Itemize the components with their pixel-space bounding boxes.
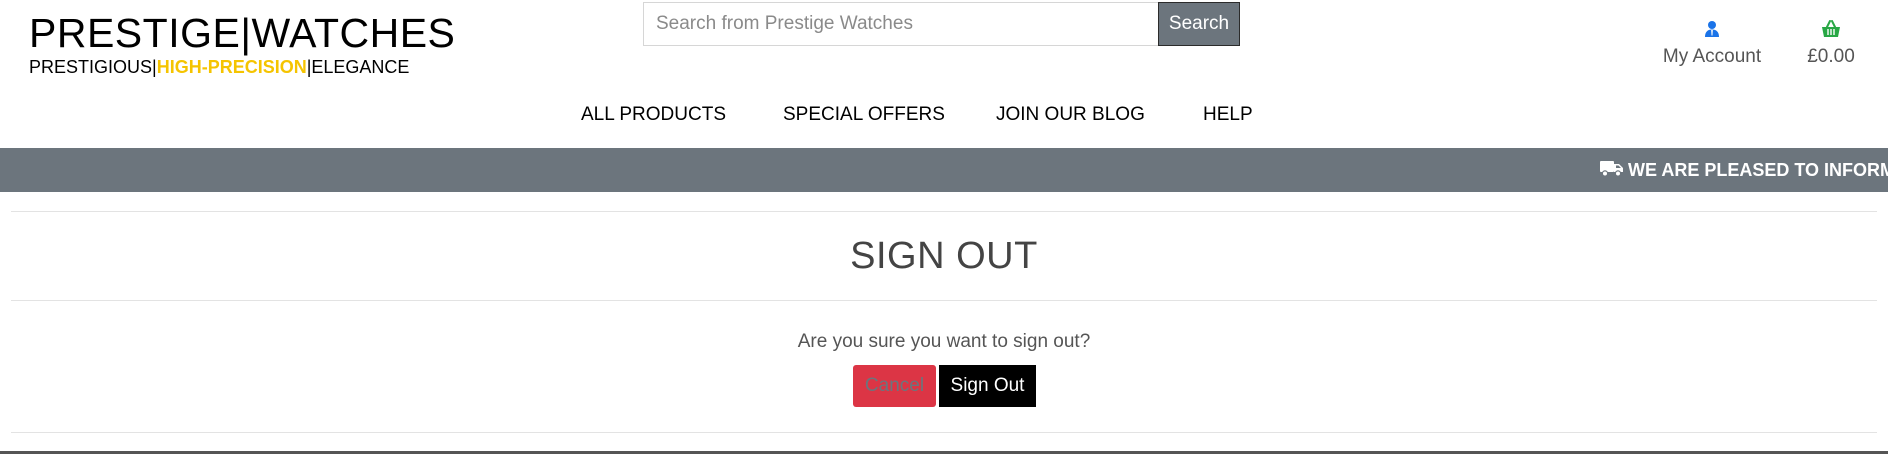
confirm-message: Are you sure you want to sign out? <box>797 331 1091 352</box>
page-title: SIGN OUT <box>11 212 1877 301</box>
brand-title[interactable]: PRESTIGE|WATCHES <box>29 10 455 56</box>
announcement-banner: WE ARE PLEASED TO INFORM <box>0 148 1888 192</box>
banner-text: WE ARE PLEASED TO INFORM <box>1628 159 1888 180</box>
main-nav: ALL PRODUCTS SPECIAL OFFERS JOIN OUR BLO… <box>0 104 1888 130</box>
tagline-part-3: |ELEGANCE <box>306 57 410 77</box>
nav-item-join-our-blog[interactable]: JOIN OUR BLOG <box>996 104 1145 126</box>
my-account-link[interactable]: My Account <box>1655 18 1769 68</box>
nav-item-special-offers[interactable]: SPECIAL OFFERS <box>783 104 945 126</box>
basket-total: £0.00 <box>1807 46 1855 67</box>
banner-message: WE ARE PLEASED TO INFORM <box>1600 148 1888 192</box>
search-input[interactable] <box>643 2 1158 46</box>
basket-link[interactable]: £0.00 <box>1800 18 1862 68</box>
basket-icon <box>1800 18 1862 40</box>
cancel-button[interactable]: Cancel <box>853 365 936 407</box>
my-account-label: My Account <box>1662 46 1762 67</box>
sign-out-button[interactable]: Sign Out <box>939 365 1036 407</box>
user-icon <box>1655 18 1769 40</box>
tagline-part-1: PRESTIGIOUS| <box>29 57 157 77</box>
brand-tagline: PRESTIGIOUS|HIGH-PRECISION|ELEGANCE <box>29 56 455 78</box>
content-divider <box>11 432 1877 433</box>
signout-actions: Cancel Sign Out <box>11 365 1877 407</box>
truck-icon <box>1600 159 1628 182</box>
site-header: PRESTIGE|WATCHES PRESTIGIOUS|HIGH-PRECIS… <box>0 0 1888 148</box>
signout-panel: SIGN OUT Are you sure you want to sign o… <box>11 211 1877 407</box>
nav-item-help[interactable]: HELP <box>1203 104 1253 126</box>
nav-item-all-products[interactable]: ALL PRODUCTS <box>581 104 726 126</box>
search-button[interactable]: Search <box>1158 2 1240 46</box>
tagline-accent: HIGH-PRECISION <box>156 57 307 77</box>
search-form: Search <box>643 2 1240 46</box>
brand-logo[interactable]: PRESTIGE|WATCHES PRESTIGIOUS|HIGH-PRECIS… <box>29 10 455 78</box>
